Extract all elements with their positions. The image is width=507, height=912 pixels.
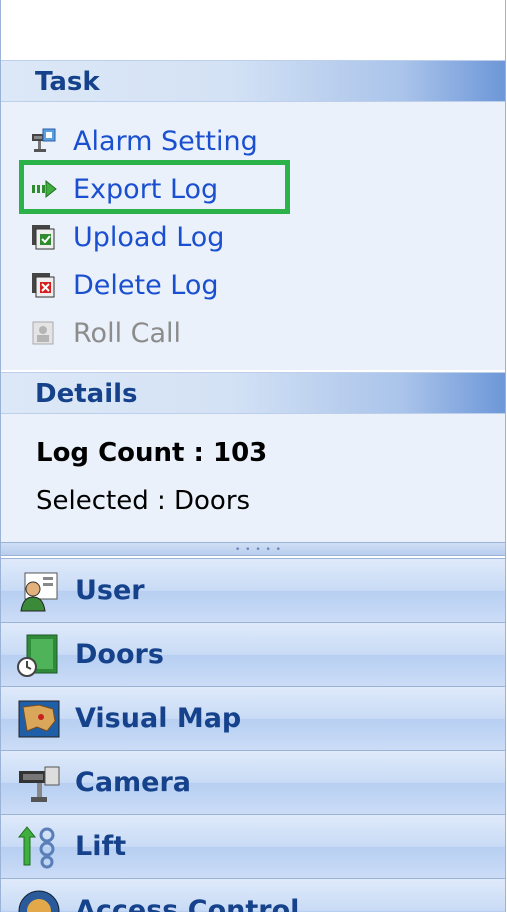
- nav-lift[interactable]: Lift: [1, 814, 505, 878]
- nav-camera[interactable]: Camera: [1, 750, 505, 814]
- panel-top-area: [1, 0, 505, 58]
- selected-item: Selected : Doors: [36, 486, 251, 516]
- nav-label: Access Control: [75, 895, 300, 912]
- task-item-label: Delete Log: [73, 269, 219, 301]
- nav-label: User: [75, 575, 145, 606]
- nav-user[interactable]: User: [1, 558, 505, 622]
- nav-visual-map[interactable]: Visual Map: [1, 686, 505, 750]
- camera-icon: [17, 761, 61, 805]
- access-control-icon: [17, 889, 61, 912]
- task-upload-log[interactable]: Upload Log: [31, 216, 224, 258]
- task-section-header[interactable]: Task: [1, 60, 505, 102]
- task-item-label: Alarm Setting: [73, 125, 258, 157]
- task-item-label: Roll Call: [73, 317, 182, 349]
- task-alarm-setting[interactable]: Alarm Setting: [31, 120, 258, 162]
- details-section-header[interactable]: Details: [1, 372, 505, 414]
- lift-icon: [17, 825, 61, 869]
- roll-call-icon: [31, 320, 57, 346]
- side-panel: Task Alarm Setting Export Log Upload Log…: [0, 0, 506, 912]
- task-item-label: Upload Log: [73, 221, 225, 253]
- upload-log-icon: [31, 224, 57, 250]
- delete-log-icon: [31, 272, 57, 298]
- log-count: Log Count : 103: [36, 438, 268, 468]
- task-roll-call: Roll Call: [31, 312, 181, 354]
- map-icon: [17, 697, 61, 741]
- task-delete-log[interactable]: Delete Log: [31, 264, 219, 306]
- details-section-body: [1, 414, 505, 542]
- splitter-grip: • • • • •: [235, 545, 282, 555]
- door-icon: [17, 633, 61, 677]
- nav-doors[interactable]: Doors: [1, 622, 505, 686]
- nav-label: Lift: [75, 831, 127, 862]
- user-icon: [17, 569, 61, 613]
- nav-label: Camera: [75, 767, 192, 798]
- nav-label: Doors: [75, 639, 164, 670]
- task-header-label: Task: [35, 67, 100, 97]
- details-header-label: Details: [35, 379, 138, 409]
- nav-label: Visual Map: [75, 703, 242, 734]
- panel-splitter[interactable]: • • • • •: [1, 542, 505, 556]
- alarm-camera-icon: [31, 128, 57, 154]
- export-log-highlight: [19, 160, 290, 214]
- nav-access-control[interactable]: Access Control: [1, 878, 505, 912]
